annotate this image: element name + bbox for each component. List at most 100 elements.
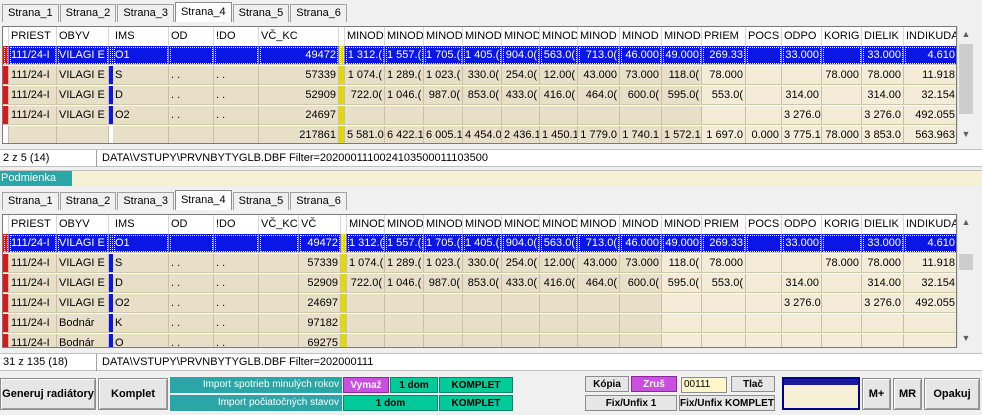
table-cell[interactable]: 111/24-I (9, 106, 57, 125)
column-header[interactable]: DIELIK (862, 215, 904, 234)
table-cell[interactable]: 24697 (259, 106, 339, 125)
column-header[interactable]: MINOD (620, 27, 662, 46)
table-cell[interactable]: 78.000 (822, 126, 862, 143)
table-cell[interactable]: 600.0( (620, 274, 662, 293)
column-header[interactable]: KORIG (822, 27, 862, 46)
table-cell[interactable]: 0.000 (746, 126, 782, 143)
table-cell[interactable]: S (113, 254, 169, 273)
totals-row[interactable]: 217861 5 581.0 6 422.1 6 005.1 4 454.0 2 436.… (3, 126, 956, 143)
table-cell[interactable] (259, 294, 299, 313)
table-cell[interactable] (620, 314, 662, 333)
table-cell[interactable] (9, 126, 57, 143)
column-header[interactable]: MINOD (620, 215, 662, 234)
scroll-thumb[interactable] (959, 44, 973, 114)
table-cell[interactable] (746, 106, 782, 125)
table-cell[interactable]: 330.0( (463, 66, 502, 85)
table-cell[interactable]: 1 289.( (385, 254, 424, 273)
column-header[interactable]: OD (169, 215, 214, 234)
scroll-thumb[interactable] (959, 254, 973, 270)
code-field[interactable]: 00111 (681, 377, 727, 393)
column-header[interactable]: MINOD (502, 27, 540, 46)
table-cell[interactable]: 904.0( (502, 234, 540, 253)
table-cell[interactable] (214, 234, 259, 253)
bottom-tab-strana-6[interactable]: Strana_6 (290, 192, 347, 210)
table-cell[interactable] (702, 314, 746, 333)
table-cell[interactable]: 5 581.0 (345, 126, 385, 143)
table-cell[interactable]: 1 557.( (385, 234, 424, 253)
column-header[interactable]: MINOD (424, 27, 463, 46)
column-header[interactable]: VČ (299, 215, 341, 234)
table-cell[interactable]: . . (169, 254, 214, 273)
table-cell[interactable]: 1 779.0 (578, 126, 620, 143)
table-cell[interactable]: 12.00( (540, 254, 578, 273)
table-cell[interactable]: 2 436.1 (502, 126, 540, 143)
table-cell[interactable]: 43.000 (578, 66, 620, 85)
column-header[interactable]: MINOD (345, 27, 385, 46)
column-header[interactable]: OD (169, 27, 214, 46)
table-cell[interactable]: 3 276.0 (782, 106, 822, 125)
table-cell[interactable]: 49472 (299, 234, 341, 253)
table-cell[interactable]: 595.0( (662, 86, 702, 105)
table-cell[interactable]: Bodnár (57, 334, 109, 347)
table-cell[interactable]: 111/24-I (9, 274, 57, 293)
table-cell[interactable]: 33.000 (782, 234, 822, 253)
table-cell[interactable] (540, 106, 578, 125)
table-cell[interactable]: . . (169, 106, 214, 125)
table-cell[interactable] (540, 314, 578, 333)
table-cell[interactable]: VILAGI E (57, 274, 109, 293)
table-cell[interactable] (259, 234, 299, 253)
column-header[interactable]: MINOD (424, 215, 463, 234)
table-cell[interactable]: 853.0( (463, 86, 502, 105)
table-cell[interactable] (822, 294, 862, 313)
table-cell[interactable] (662, 294, 702, 313)
table-cell[interactable]: . . (169, 294, 214, 313)
table-cell[interactable]: O1 (113, 46, 169, 65)
table-cell[interactable]: 563.963 (904, 126, 956, 143)
table-row[interactable]: 111/24-I VILAGI E O1 49472 1 312.(1 557.(1 7… (3, 46, 956, 65)
table-cell[interactable]: 69275 (299, 334, 341, 347)
table-cell[interactable]: 1 023.( (424, 66, 463, 85)
scroll-down-icon[interactable]: ▼ (958, 330, 974, 347)
table-cell[interactable] (822, 314, 862, 333)
table-cell[interactable] (214, 46, 259, 65)
table-cell[interactable]: 1 697.0 (702, 126, 746, 143)
table-cell[interactable]: 1 740.1 (620, 126, 662, 143)
table-cell[interactable]: . . (169, 314, 214, 333)
column-header[interactable]: OBYV (57, 27, 109, 46)
scroll-up-icon[interactable]: ▲ (958, 214, 974, 231)
table-row[interactable]: 111/24-I VILAGI E O2. .. . 24697 3 276.0 3 27… (3, 106, 956, 125)
fix-unfix-one-button[interactable]: Fix/Unfix 1 (585, 395, 677, 411)
table-cell[interactable]: 49472 (259, 46, 339, 65)
one-flat-button[interactable]: 1 dom (390, 377, 438, 393)
table-cell[interactable] (385, 314, 424, 333)
table-row[interactable]: 111/24-I Bodnár O. .. . 69275 (3, 334, 956, 347)
generate-radiators-button[interactable]: Generuj radiátory (0, 378, 96, 410)
scroll-up-icon[interactable]: ▲ (958, 26, 974, 43)
table-cell[interactable]: 1 074.( (345, 66, 385, 85)
table-cell[interactable]: 1 046.( (385, 86, 424, 105)
table-cell[interactable]: VILAGI E (57, 86, 109, 105)
table-cell[interactable]: 1 046.( (385, 274, 424, 293)
table-cell[interactable] (259, 254, 299, 273)
table-cell[interactable] (782, 254, 822, 273)
table-cell[interactable]: . . (214, 294, 259, 313)
table-cell[interactable] (463, 314, 502, 333)
table-cell[interactable]: . . (214, 66, 259, 85)
table-cell[interactable] (822, 334, 862, 347)
table-cell[interactable] (169, 126, 214, 143)
column-header[interactable]: ODPO (782, 27, 822, 46)
table-cell[interactable] (904, 334, 956, 347)
table-cell[interactable]: . . (214, 86, 259, 105)
column-header[interactable]: POCS (746, 27, 782, 46)
table-cell[interactable]: 1 572.1 (662, 126, 702, 143)
table-cell[interactable]: 595.0( (662, 274, 702, 293)
table-cell[interactable] (169, 46, 214, 65)
column-header[interactable]: MINOD (463, 215, 502, 234)
print-button[interactable]: Tlač (731, 376, 775, 392)
table-cell[interactable] (746, 294, 782, 313)
table-cell[interactable] (540, 294, 578, 313)
table-cell[interactable]: . . (214, 274, 259, 293)
top-tab-strana-3[interactable]: Strana_3 (117, 4, 174, 22)
table-cell[interactable] (502, 106, 540, 125)
column-header[interactable]: IMS (113, 215, 169, 234)
